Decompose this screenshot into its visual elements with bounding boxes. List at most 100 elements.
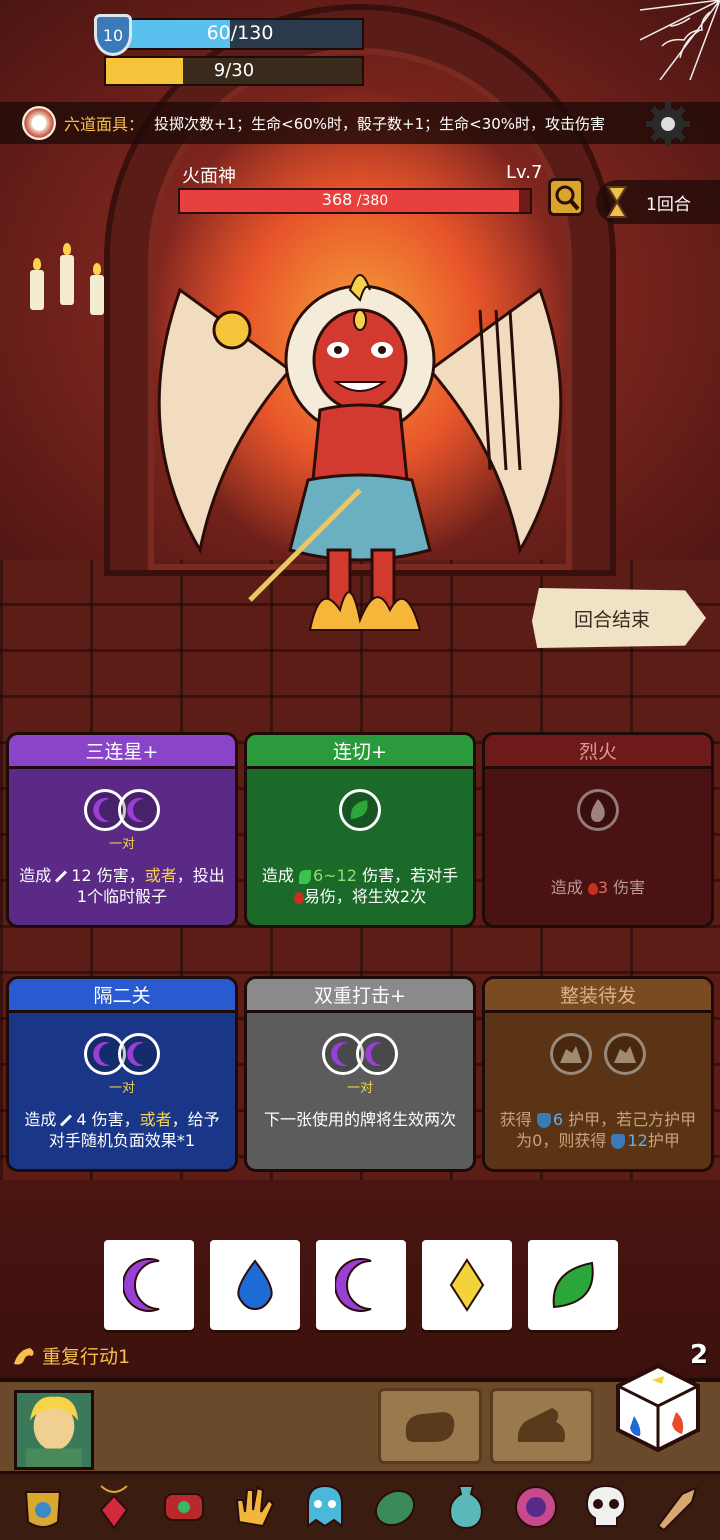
diamond-icon	[449, 1258, 485, 1312]
card-title: 连切+	[247, 735, 473, 769]
relic-horn[interactable]	[650, 1480, 704, 1534]
dice-slot[interactable]	[577, 789, 619, 831]
dice-tray	[104, 1240, 618, 1330]
skill-slot-fist[interactable]	[378, 1388, 482, 1464]
relic-turtle-shell[interactable]	[368, 1480, 422, 1534]
boss-name: 火面神	[182, 166, 236, 187]
moon-icon	[93, 798, 110, 822]
relic-portal-ring[interactable]	[509, 1480, 563, 1534]
dice-slot[interactable]	[550, 1033, 592, 1075]
settings-gear-icon[interactable]	[644, 100, 692, 148]
card-shuangchongdaji[interactable]: 双重打击+ 一对 下一张使用的牌将生效两次	[244, 976, 476, 1172]
round-counter: 1回合	[596, 180, 720, 224]
dice-slot[interactable]	[118, 1033, 160, 1075]
dice-slot[interactable]	[339, 789, 381, 831]
armor-level-badge: 10	[94, 14, 132, 56]
relic-armor[interactable]	[16, 1480, 70, 1534]
ruby-amulet-icon	[99, 1485, 128, 1530]
fire-icon	[587, 882, 598, 895]
red-bracelet-icon	[163, 1493, 204, 1521]
repeat-action-status: 重复行动1	[12, 1342, 130, 1369]
turtle-shell-icon	[375, 1489, 416, 1527]
card-description: 造成 3 伤害	[550, 878, 646, 897]
sword-icon	[60, 1114, 73, 1127]
armor-icon	[536, 1113, 551, 1128]
armor-icon	[611, 1134, 626, 1149]
candles-decoration	[20, 243, 130, 330]
vulnerable-icon	[293, 891, 304, 904]
slot-requirement: 一对	[108, 1081, 135, 1096]
card-geerguan[interactable]: 隔二关 一对 造成 4 伤害，或者，给予对手随机负面效果*1	[6, 976, 238, 1172]
mask-effect-bar[interactable]: 六道面具： 投掷次数+1；生命<60%时，骰子数+1；生命<30%时，攻击伤害	[0, 102, 720, 144]
card-description: 下一张使用的牌将生效两次	[263, 1110, 456, 1129]
rock-icon	[560, 1046, 582, 1063]
dragon-icon	[14, 1347, 34, 1364]
inspect-button[interactable]	[548, 178, 584, 216]
boss-hp-max: /380	[352, 193, 389, 209]
relic-ruby-amulet[interactable]	[87, 1480, 141, 1534]
card-title: 整装待发	[485, 979, 711, 1013]
mask-description: 投掷次数+1；生命<60%时，骰子数+1；生命<30%时，攻击伤害	[154, 114, 606, 133]
card-sanlianxing[interactable]: 三连星+ 一对 造成 12 伤害，或者，投出1个临时骰子	[6, 732, 238, 928]
moon-icon	[123, 1258, 160, 1312]
die-diamond[interactable]	[422, 1240, 512, 1330]
card-zhengzhuangdaifa[interactable]: 整装待发 获得 6 护甲，若己方护甲为0，则获得 12护甲	[482, 976, 714, 1172]
moon-icon	[127, 1042, 144, 1066]
teal-vase-icon	[448, 1485, 483, 1530]
card-description: 获得 6 护甲，若己方护甲为0，则获得 12护甲	[499, 1110, 697, 1150]
boss-hp-text: 368 /380	[178, 190, 532, 209]
moon-icon	[127, 798, 144, 822]
skull-icon	[586, 1484, 627, 1527]
dice-slot[interactable]	[118, 789, 160, 831]
die-moon[interactable]	[316, 1240, 406, 1330]
relic-bar	[0, 1474, 720, 1540]
portal-ring-icon	[514, 1486, 557, 1528]
hourglass-icon	[606, 186, 628, 218]
card-lianqie[interactable]: 连切+ 造成 6~12 伤害，若对手 易伤，将生效2次	[244, 732, 476, 928]
mask-title: 六道面具：	[64, 115, 145, 134]
die-moon[interactable]	[104, 1240, 194, 1330]
player-avatar[interactable]	[14, 1390, 94, 1470]
cobweb-icon	[640, 0, 720, 80]
dice-slot[interactable]	[604, 1033, 646, 1075]
skill-slot-rock[interactable]	[490, 1388, 594, 1464]
end-turn-label: 回合结束	[573, 608, 650, 631]
end-turn-button[interactable]: 回合结束	[532, 588, 706, 648]
roll-dice-button[interactable]	[612, 1362, 704, 1454]
armor-icon	[25, 1491, 62, 1528]
boulder-icon	[517, 1408, 565, 1442]
card-liehuo[interactable]: 烈火 造成 3 伤害	[482, 732, 714, 928]
rock-icon	[614, 1046, 636, 1063]
moon-icon	[331, 1042, 348, 1066]
dice-slot[interactable]	[356, 1033, 398, 1075]
relic-red-bracelet[interactable]	[157, 1480, 211, 1534]
moon-icon	[93, 1042, 110, 1066]
card-description: 造成 6~12 伤害，若对手 易伤，将生效2次	[261, 866, 459, 906]
card-title: 三连星+	[9, 735, 235, 769]
magnifier-icon	[555, 185, 580, 211]
slot-requirement: 一对	[346, 1081, 373, 1096]
relic-skull[interactable]	[579, 1480, 633, 1534]
card-description: 造成 12 伤害，或者，投出1个临时骰子	[19, 866, 225, 906]
leaf-icon	[552, 1261, 594, 1309]
round-label: 1回合	[646, 194, 691, 215]
die-leaf[interactable]	[528, 1240, 618, 1330]
golden-hand-icon	[236, 1486, 275, 1528]
leaf-icon	[299, 869, 312, 884]
relic-golden-hand[interactable]	[227, 1480, 281, 1534]
sword-icon	[55, 870, 68, 883]
water-drop-icon	[237, 1259, 273, 1311]
moon-icon	[365, 1042, 382, 1066]
relic-ghost[interactable]	[298, 1480, 352, 1534]
card-title: 烈火	[485, 735, 711, 769]
card-title: 隔二关	[9, 979, 235, 1013]
relic-teal-vase[interactable]	[439, 1480, 493, 1534]
fire-god-boss[interactable]	[140, 250, 580, 650]
repeat-action-label: 重复行动1	[42, 1346, 131, 1368]
horn-icon	[656, 1486, 698, 1532]
fist-icon	[405, 1412, 455, 1442]
die-water[interactable]	[210, 1240, 300, 1330]
moon-icon	[335, 1258, 372, 1312]
leaf-icon	[350, 800, 368, 819]
hero-portrait-icon	[17, 1393, 91, 1467]
